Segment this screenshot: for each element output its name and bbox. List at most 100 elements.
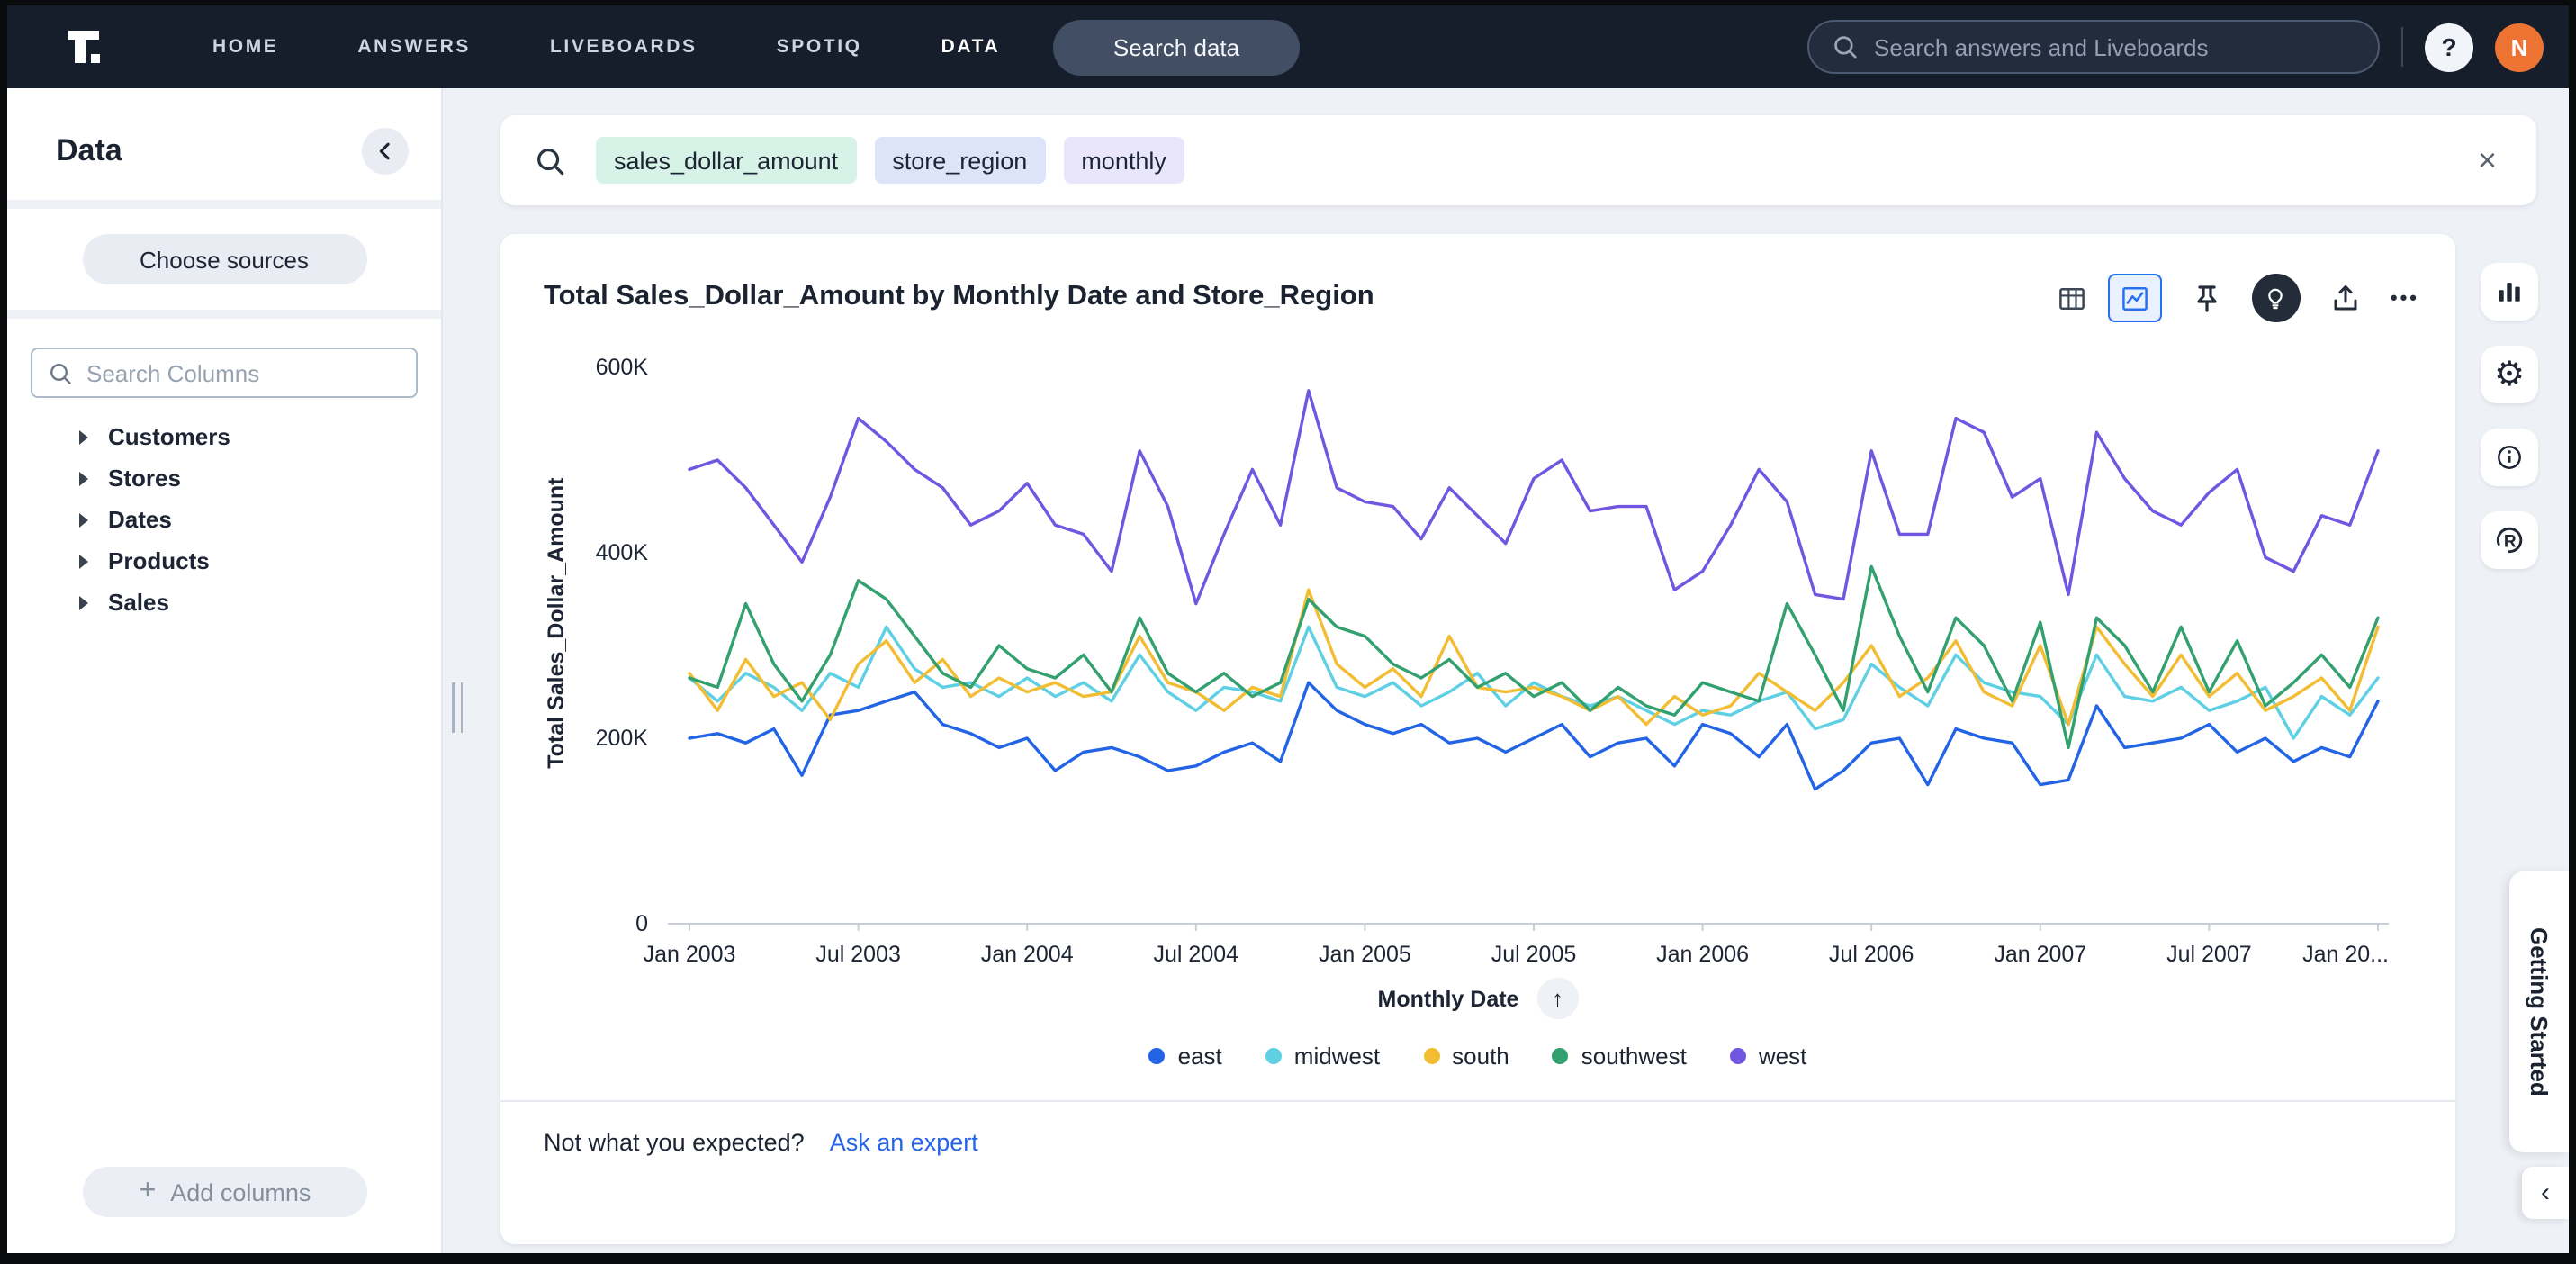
svg-text:Jul 2005: Jul 2005 [1491, 942, 1577, 963]
chart-area: Total Sales_Dollar_Amount 0200K400K600KJ… [522, 330, 2434, 963]
nav-item-liveboards[interactable]: LIVEBOARDS [550, 36, 698, 58]
getting-started-tab[interactable]: Getting Started [2509, 871, 2569, 1152]
tree-item-label: Sales [108, 589, 169, 616]
tree-item-stores[interactable]: Stores [7, 457, 441, 499]
legend-item-east[interactable]: east [1149, 1043, 1222, 1070]
search-icon [533, 143, 567, 177]
legend-dot [1423, 1048, 1439, 1064]
chevron-left-icon [373, 139, 398, 164]
sidebar-separator [7, 310, 441, 319]
search-icon [47, 359, 74, 386]
nav-item-answers[interactable]: ANSWERS [357, 36, 471, 58]
share-button[interactable] [2328, 280, 2364, 316]
choose-sources-button[interactable]: Choose sources [82, 234, 366, 284]
pin-button[interactable] [2189, 280, 2225, 316]
svg-text:Jul 2006: Jul 2006 [1829, 942, 1914, 963]
search-columns-input[interactable]: Search Columns [31, 348, 418, 398]
svg-text:Jan 2006: Jan 2006 [1656, 942, 1749, 963]
answer-title: Total Sales_Dollar_Amount by Monthly Dat… [544, 281, 1374, 313]
more-options-button[interactable]: ••• [2391, 287, 2419, 309]
collapse-right-panel-button[interactable]: ‹ [2522, 1167, 2569, 1219]
app-frame: HOME ANSWERS LIVEBOARDS SPOTIQ DATA Sear… [7, 5, 2569, 1253]
expand-icon[interactable] [79, 471, 88, 485]
search-data-button[interactable]: Search data [1053, 20, 1300, 76]
svg-text:0: 0 [635, 911, 648, 936]
tree-item-sales[interactable]: Sales [7, 582, 441, 623]
x-axis-title: Monthly Date [1378, 986, 1519, 1011]
expand-icon[interactable] [79, 554, 88, 568]
plus-icon: + [140, 1178, 157, 1206]
app-body: Data Choose sources Search Columns [7, 88, 2569, 1253]
getting-started-label: Getting Started [2526, 927, 2553, 1097]
choose-sources-row: Choose sources [7, 209, 441, 310]
tree-item-customers[interactable]: Customers [7, 416, 441, 457]
query-token-store-region[interactable]: store_region [874, 137, 1045, 184]
search-icon [1831, 32, 1860, 61]
query-token-monthly[interactable]: monthly [1063, 137, 1184, 184]
legend-dot [1149, 1048, 1166, 1064]
svg-text:Jan 20...: Jan 20... [2302, 942, 2389, 963]
answer-card-header: Total Sales_Dollar_Amount by Monthly Dat… [500, 234, 2455, 322]
info-button[interactable] [2481, 429, 2538, 486]
nav-item-spotiq[interactable]: SPOTIQ [777, 36, 862, 58]
main-content: sales_dollar_amount store_region monthly… [441, 88, 2569, 1253]
legend-label: southwest [1581, 1043, 1687, 1070]
svg-text:400K: 400K [596, 540, 649, 565]
nav-item-data[interactable]: DATA [941, 36, 1001, 58]
tree-item-label: Customers [108, 423, 230, 450]
ask-expert-link[interactable]: Ask an expert [830, 1129, 978, 1156]
gear-icon: ⚙ [2494, 357, 2525, 392]
legend-dot [1265, 1048, 1282, 1064]
spotiq-insights-button[interactable] [2252, 274, 2301, 322]
nav-item-home[interactable]: HOME [212, 36, 278, 58]
svg-text:R: R [2504, 533, 2517, 552]
answer-card: Total Sales_Dollar_Amount by Monthly Dat… [500, 234, 2455, 1244]
legend-label: west [1759, 1043, 1806, 1070]
add-columns-button[interactable]: + Add columns [83, 1167, 367, 1217]
chart-view-button[interactable] [2108, 274, 2162, 322]
tree-item-label: Products [108, 547, 210, 574]
clear-search-button[interactable]: × [2467, 142, 2508, 178]
expand-icon[interactable] [79, 429, 88, 444]
legend-item-west[interactable]: west [1730, 1043, 1806, 1070]
sidebar-header: Data [7, 88, 441, 200]
nav-right-cluster: Search answers and Liveboards ? N [1807, 5, 2544, 88]
thoughtspot-logo[interactable] [61, 22, 112, 72]
legend-dot [1553, 1048, 1569, 1064]
tree-item-dates[interactable]: Dates [7, 499, 441, 540]
collapse-sidebar-button[interactable] [362, 128, 409, 175]
legend-item-southwest[interactable]: southwest [1553, 1043, 1687, 1070]
r-analysis-button[interactable]: R [2481, 511, 2538, 569]
app-root: HOME ANSWERS LIVEBOARDS SPOTIQ DATA Sear… [0, 0, 2576, 1264]
data-sidebar: Data Choose sources Search Columns [7, 88, 443, 1253]
svg-text:Jan 2003: Jan 2003 [644, 942, 736, 963]
user-avatar[interactable]: N [2495, 23, 2544, 71]
expand-icon[interactable] [79, 595, 88, 609]
chart-config-button[interactable] [2481, 263, 2538, 321]
global-search-placeholder: Search answers and Liveboards [1874, 33, 2208, 60]
table-view-button[interactable] [2045, 274, 2099, 322]
search-columns-placeholder: Search Columns [86, 359, 259, 386]
svg-text:Jan 2004: Jan 2004 [981, 942, 1074, 963]
line-chart[interactable]: 0200K400K600KJan 2003Jul 2003Jan 2004Jul… [522, 330, 2434, 963]
settings-button[interactable]: ⚙ [2481, 346, 2538, 403]
info-icon [2493, 441, 2526, 474]
sort-ascending-button[interactable]: ↑ [1536, 978, 1578, 1019]
tree-item-products[interactable]: Products [7, 540, 441, 582]
share-upload-icon [2328, 280, 2364, 316]
svg-text:Jul 2003: Jul 2003 [815, 942, 901, 963]
top-nav: HOME ANSWERS LIVEBOARDS SPOTIQ DATA Sear… [7, 5, 2569, 88]
r-analysis-icon: R [2491, 522, 2527, 558]
legend-item-south[interactable]: south [1423, 1043, 1509, 1070]
legend-label: east [1178, 1043, 1222, 1070]
legend-item-midwest[interactable]: midwest [1265, 1043, 1380, 1070]
global-search-input[interactable]: Search answers and Liveboards [1807, 20, 2380, 74]
pin-icon [2189, 280, 2225, 316]
answer-card-footer: Not what you expected? Ask an expert [500, 1100, 2455, 1156]
svg-text:Jul 2004: Jul 2004 [1154, 942, 1239, 963]
query-token-sales-dollar-amount[interactable]: sales_dollar_amount [596, 137, 856, 184]
help-button[interactable]: ? [2425, 23, 2473, 71]
table-icon [2056, 282, 2088, 314]
query-search-bar[interactable]: sales_dollar_amount store_region monthly… [500, 115, 2536, 205]
expand-icon[interactable] [79, 512, 88, 527]
